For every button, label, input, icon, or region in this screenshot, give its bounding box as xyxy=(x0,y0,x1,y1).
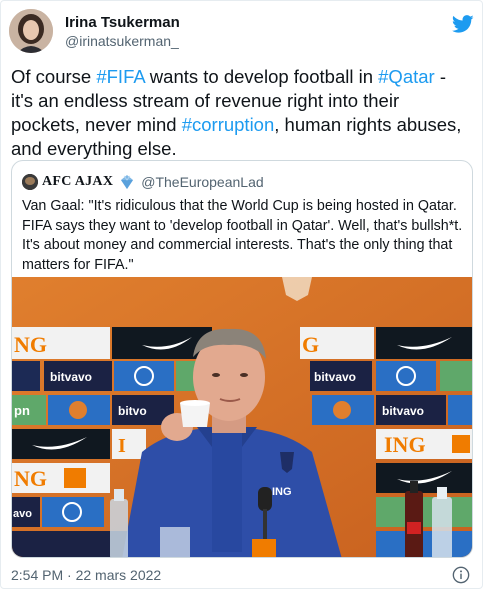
tweet-timestamp[interactable]: 2:54 PM · 22 mars 2022 xyxy=(11,567,161,583)
board-bitvavo-3: bitvavo xyxy=(382,404,424,418)
hashtag-fifa[interactable]: #FIFA xyxy=(96,66,144,87)
tweet-text: Of course #FIFA wants to develop footbal… xyxy=(11,65,473,161)
shirt-logo: ING xyxy=(272,486,292,498)
quoted-media-photo[interactable]: NG G bitvavo kp bitvavo xyxy=(12,277,472,557)
board-i: I xyxy=(118,435,126,457)
tweet-text-segment: Of course xyxy=(11,66,97,87)
hashtag-corruption[interactable]: #corruption xyxy=(182,114,275,135)
author-handle[interactable]: @irinatsukerman_ xyxy=(65,32,180,51)
board-ing-2: ING xyxy=(384,432,426,457)
hashtag-qatar[interactable]: #Qatar xyxy=(378,66,435,87)
author-display-name[interactable]: Irina Tsukerman xyxy=(65,13,180,32)
board-pn: pn xyxy=(14,403,30,418)
board-ing: NG xyxy=(14,332,47,357)
avatar[interactable] xyxy=(9,9,53,53)
quoted-tweet[interactable]: AFC AJAX @TheEuropeanLad Van Gaal: "It's… xyxy=(11,160,473,558)
board-bitvo: bitvo xyxy=(118,404,147,418)
tweet-text-segment: wants to develop football in xyxy=(144,66,379,87)
svg-text:G: G xyxy=(302,332,319,357)
board-avo: avo xyxy=(13,508,32,520)
verified-badge-icon xyxy=(121,175,134,189)
quoted-text: Van Gaal: "It's ridiculous that the Worl… xyxy=(22,198,463,273)
quoted-avatar xyxy=(22,174,38,190)
info-icon[interactable] xyxy=(452,566,470,584)
tweet-card[interactable]: Irina Tsukerman @irinatsukerman_ Of cour… xyxy=(0,0,483,589)
tweet-header: Irina Tsukerman @irinatsukerman_ xyxy=(9,9,476,53)
board-ing-3: NG xyxy=(14,466,47,491)
twitter-bird-icon[interactable] xyxy=(452,13,474,35)
quoted-display-name: AFC AJAX xyxy=(42,174,114,189)
board-bitvavo: bitvavo xyxy=(50,370,92,384)
board-bitvavo-2: bitvavo xyxy=(314,370,356,384)
quoted-handle: @TheEuropeanLad xyxy=(141,174,264,190)
